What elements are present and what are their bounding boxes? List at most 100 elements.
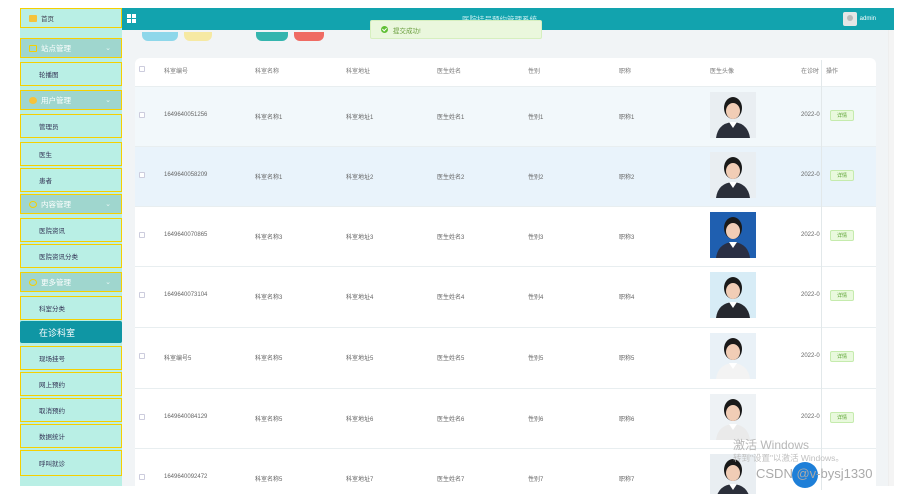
doctor-photo: [710, 272, 756, 318]
user-icon: [29, 96, 37, 104]
delete-button[interactable]: [294, 32, 324, 41]
cell-dept-name: 科室名称1: [255, 175, 283, 181]
cell-doctor-name: 医生姓名1: [437, 115, 465, 121]
import-button[interactable]: [184, 32, 212, 41]
sidebar-item-active-dept[interactable]: 在诊科室: [20, 321, 122, 343]
chevron-down-icon: ⌄: [105, 201, 111, 208]
sidebar-item-carousel[interactable]: 轮播图: [20, 62, 122, 86]
cell-dept-id: 1649640092472: [164, 474, 208, 480]
cell-title: 职称2: [619, 175, 635, 181]
sidebar-item-onsite-register[interactable]: 现场挂号: [20, 346, 122, 370]
doctor-photo: [710, 92, 756, 138]
cell-dept-id: 1649640051256: [164, 112, 208, 118]
detail-button[interactable]: 详情: [830, 412, 854, 423]
cell-gender: 性别7: [528, 477, 544, 483]
doctor-photo: [710, 152, 756, 198]
select-all-checkbox[interactable]: [139, 66, 145, 72]
more-icon: [29, 278, 37, 286]
cell-dept-id: 1649640058209: [164, 172, 208, 178]
table-row[interactable]: [135, 206, 876, 266]
chevron-down-icon: ⌄: [105, 279, 111, 286]
sidebar-group-more[interactable]: 更多管理 ⌄: [20, 272, 122, 292]
cell-gender: 性别4: [528, 295, 544, 301]
row-checkbox[interactable]: [139, 414, 145, 420]
cell-dept-id: 1649640070865: [164, 232, 208, 238]
row-checkbox[interactable]: [139, 112, 145, 118]
cell-time: 2022-0: [801, 172, 820, 178]
table-row[interactable]: [135, 266, 876, 326]
content-icon: [29, 200, 37, 208]
sidebar-group-site[interactable]: 站点管理 ⌄: [20, 38, 122, 58]
header-dept-name: 科室名称: [255, 69, 280, 75]
detail-button[interactable]: 详情: [830, 230, 854, 241]
row-checkbox[interactable]: [139, 474, 145, 480]
cell-dept-address: 科室地址4: [346, 295, 374, 301]
check-circle-icon: [381, 26, 388, 33]
cell-doctor-name: 医生姓名4: [437, 295, 465, 301]
sidebar-item-label: 首页: [41, 16, 54, 23]
doctor-photo: [710, 333, 756, 379]
sidebar-item-home[interactable]: 首页: [20, 8, 122, 28]
menu-grid-icon[interactable]: [127, 14, 136, 23]
header-dept-id: 科室编号: [164, 69, 189, 75]
add-button[interactable]: [142, 32, 178, 41]
home-icon: [29, 14, 37, 22]
sidebar-group-content[interactable]: 内容管理 ⌄: [20, 194, 122, 214]
sidebar-item-dept-category[interactable]: 科室分类: [20, 296, 122, 320]
table-row[interactable]: [135, 86, 876, 146]
cell-dept-address: 科室地址6: [346, 417, 374, 423]
table-row[interactable]: [135, 146, 876, 206]
cell-dept-address: 科室地址1: [346, 115, 374, 121]
cell-title: 职称4: [619, 295, 635, 301]
cell-title: 职称7: [619, 477, 635, 483]
cell-gender: 性别3: [528, 235, 544, 241]
row-checkbox[interactable]: [139, 232, 145, 238]
header-action: 操作: [826, 69, 839, 75]
toast-message: 提交成功!: [393, 27, 421, 35]
export-button[interactable]: [256, 32, 288, 41]
sidebar-item-online-booking[interactable]: 网上预约: [20, 372, 122, 396]
sidebar-item-news-category[interactable]: 医院资讯分类: [20, 244, 122, 268]
header-title: 职称: [619, 69, 632, 75]
cell-time: 2022-0: [801, 292, 820, 298]
sidebar-item-news[interactable]: 医院资讯: [20, 218, 122, 242]
cell-title: 职称5: [619, 356, 635, 362]
detail-button[interactable]: 详情: [830, 351, 854, 362]
cell-dept-address: 科室地址7: [346, 477, 374, 483]
row-checkbox[interactable]: [139, 353, 145, 359]
row-checkbox[interactable]: [139, 172, 145, 178]
sidebar-item-cancel-booking[interactable]: 取消预约: [20, 398, 122, 422]
avatar[interactable]: [843, 12, 857, 26]
cell-gender: 性别6: [528, 417, 544, 423]
row-checkbox[interactable]: [139, 292, 145, 298]
cell-dept-name: 科室名称5: [255, 477, 283, 483]
detail-button[interactable]: 详情: [830, 110, 854, 121]
cell-time: 2022-0: [801, 112, 820, 118]
cell-dept-name: 科室名称5: [255, 356, 283, 362]
cell-dept-id: 1649640073104: [164, 292, 208, 298]
cell-dept-name: 科室名称3: [255, 235, 283, 241]
scrollbar[interactable]: [888, 30, 894, 486]
cell-title: 职称3: [619, 235, 635, 241]
cell-time: 2022-0: [801, 414, 820, 420]
cell-dept-name: 科室名称1: [255, 115, 283, 121]
sidebar-item-patients[interactable]: 患者: [20, 168, 122, 192]
windows-watermark: 激活 Windows: [733, 438, 810, 452]
doctor-photo: [710, 394, 756, 440]
detail-button[interactable]: 详情: [830, 170, 854, 181]
sidebar-item-call[interactable]: 呼叫就诊: [20, 450, 122, 476]
success-toast: 提交成功!: [370, 20, 542, 39]
sidebar-item-admins[interactable]: 管理员: [20, 114, 122, 138]
cell-doctor-name: 医生姓名3: [437, 235, 465, 241]
cell-gender: 性别1: [528, 115, 544, 121]
header-doctor-name: 医生姓名: [437, 69, 462, 75]
sidebar-item-doctors[interactable]: 医生: [20, 142, 122, 166]
table-row[interactable]: [135, 327, 876, 387]
header-time: 在诊时: [801, 69, 820, 75]
sidebar-group-user[interactable]: 用户管理 ⌄: [20, 90, 122, 110]
user-name[interactable]: admin: [860, 16, 876, 22]
sidebar-item-statistics[interactable]: 数据统计: [20, 424, 122, 448]
cell-doctor-name: 医生姓名2: [437, 175, 465, 181]
detail-button[interactable]: 详情: [830, 290, 854, 301]
cell-dept-id: 1649640084129: [164, 414, 208, 420]
